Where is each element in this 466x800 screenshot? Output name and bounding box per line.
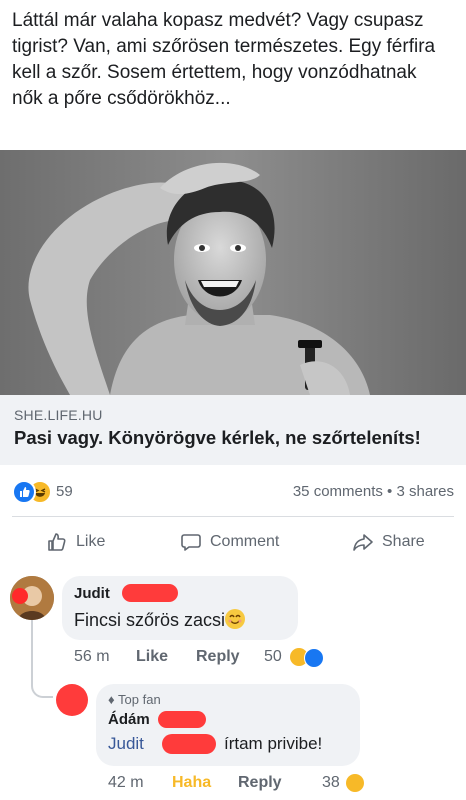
comment-icon bbox=[181, 534, 201, 551]
reply-meta: 42 m Haha Reply 38 bbox=[108, 772, 368, 796]
redaction-mark bbox=[158, 711, 206, 728]
redaction-mark bbox=[162, 734, 216, 754]
comment-bubble[interactable]: Judit Fincsi szőrös zacsi bbox=[62, 576, 298, 640]
link-title[interactable]: Pasi vagy. Könyörögve kérlek, ne szőrtel… bbox=[14, 427, 421, 449]
thumbs-up-icon bbox=[48, 533, 66, 551]
comment-button[interactable]: Comment bbox=[180, 530, 279, 554]
like-button[interactable]: Like bbox=[46, 530, 105, 554]
share-label: Share bbox=[382, 533, 425, 550]
comment-text: Fincsi szőrös zacsi bbox=[74, 609, 246, 631]
haha-icon bbox=[346, 774, 364, 792]
diamond-icon: ♦ bbox=[108, 692, 115, 707]
comment-reply-button[interactable]: Reply bbox=[196, 648, 240, 666]
mention-link[interactable]: Judit bbox=[108, 734, 144, 754]
share-icon bbox=[353, 534, 373, 551]
post-stats: 59 35 comments • 3 shares bbox=[0, 478, 466, 506]
thread-connector bbox=[31, 620, 53, 698]
redaction-mark bbox=[122, 584, 178, 602]
comments-shares-count[interactable]: 35 comments • 3 shares bbox=[293, 483, 454, 500]
comment-label: Comment bbox=[210, 533, 280, 550]
avatar[interactable] bbox=[56, 684, 88, 716]
reply-text: írtam privibe! bbox=[224, 734, 323, 753]
comment-meta: 56 m Like Reply 50 bbox=[74, 646, 334, 670]
reaction-count: 59 bbox=[56, 483, 73, 500]
comment-author[interactable]: Judit bbox=[74, 585, 110, 602]
like-label: Like bbox=[76, 533, 106, 550]
post-text: Láttál már valaha kopasz medvét? Vagy cs… bbox=[12, 10, 436, 109]
reply-reaction-button[interactable]: Haha bbox=[172, 774, 211, 792]
share-button[interactable]: Share bbox=[352, 530, 425, 554]
link-preview[interactable]: SHE.LIFE.HU Pasi vagy. Könyörögve kérlek… bbox=[0, 395, 466, 465]
avatar[interactable] bbox=[10, 576, 54, 620]
post-actions: Like Comment Share bbox=[0, 522, 466, 562]
reply-reaction-count[interactable]: 38 bbox=[322, 774, 340, 792]
comment-reaction-count[interactable]: 50 bbox=[264, 648, 282, 666]
like-icon bbox=[12, 480, 36, 504]
reply-time: 42 m bbox=[108, 774, 144, 791]
post-photo[interactable] bbox=[0, 150, 466, 395]
top-fan-badge: ♦ Top fan bbox=[108, 692, 161, 707]
comment-like-button[interactable]: Like bbox=[136, 648, 168, 666]
smiling-face-icon bbox=[225, 609, 246, 629]
divider bbox=[12, 516, 454, 517]
reply-reply-button[interactable]: Reply bbox=[238, 774, 282, 792]
reply-bubble[interactable]: ♦ Top fan Ádám Judit írtam privibe! bbox=[96, 684, 360, 766]
like-icon bbox=[304, 648, 324, 668]
reply-author[interactable]: Ádám bbox=[108, 711, 150, 728]
comment-time: 56 m bbox=[74, 648, 110, 665]
link-domain: SHE.LIFE.HU bbox=[14, 407, 103, 423]
shirtless-man-photo bbox=[0, 150, 466, 395]
